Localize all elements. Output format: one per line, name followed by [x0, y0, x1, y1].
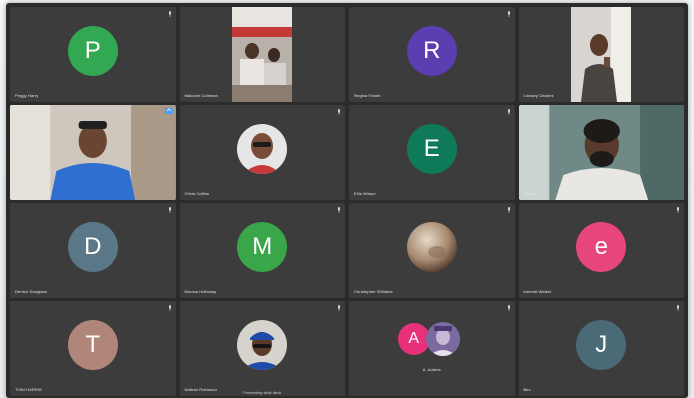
mic-icon: [338, 109, 340, 115]
participant-tile[interactable]: Christopher Williams: [349, 203, 515, 298]
screen-caption: Presenting slide deck: [243, 390, 282, 395]
mic-icon: [168, 305, 171, 311]
participant-name: Peggy Harry: [15, 93, 39, 98]
participant-name: Nathan Robinson: [184, 387, 217, 392]
participant-tile[interactable]: J Bev: [518, 301, 684, 396]
avatar: e: [576, 221, 627, 272]
participant-tile[interactable]: Nathan Robinson Presenting slide deck: [179, 301, 345, 396]
participant-tile[interactable]: R Regina Foster: [349, 7, 515, 102]
profile-photo: [425, 322, 460, 356]
group-avatars: A: [397, 322, 466, 356]
avatar: E: [406, 123, 457, 174]
participant-video: [518, 105, 684, 200]
participant-name: Marcus: [523, 191, 538, 196]
participant-name: A. Adams: [422, 367, 441, 372]
mic-icon: [507, 207, 510, 213]
video-call-window: P Peggy Harry Malcolm Coleman R Regina F…: [6, 3, 688, 398]
participant-video: [570, 7, 631, 102]
participant-name: TONI HARRIS: [15, 387, 42, 392]
participant-name: Christopher Williams: [354, 289, 393, 294]
participant-name: Monica Holloway: [184, 289, 217, 294]
mic-icon: [168, 207, 171, 213]
participant-tile[interactable]: Lindsey Charles: [518, 7, 684, 102]
mic-icon: [507, 109, 510, 115]
participant-tile[interactable]: P Peggy Harry: [10, 7, 176, 102]
avatar: P: [67, 25, 118, 76]
mic-icon: [677, 305, 679, 311]
mic-icon: [507, 305, 510, 311]
avatar: M: [237, 221, 288, 272]
participant-name: emmett Walker: [523, 289, 552, 294]
participant-video: [10, 105, 176, 200]
participant-tile[interactable]: Marcus: [518, 105, 684, 200]
participant-tile[interactable]: Olivia Collins: [179, 105, 345, 200]
participant-name: Regina Foster: [354, 93, 381, 98]
participant-name: Lindsey Charles: [523, 93, 554, 98]
profile-photo: [406, 221, 457, 272]
pin-icon[interactable]: [164, 108, 173, 114]
participant-tile[interactable]: e emmett Walker: [518, 203, 684, 298]
avatar: J: [576, 319, 627, 370]
mic-icon: [338, 207, 340, 213]
mic-icon: [338, 305, 340, 311]
participant-tile[interactable]: M Monica Holloway: [179, 203, 345, 298]
photo-backdrop: P Peggy Harry Malcolm Coleman R Regina F…: [0, 0, 694, 398]
participant-name: Olivia Collins: [184, 191, 210, 196]
avatar: D: [67, 221, 118, 272]
participant-name: Kevin Brooks: [15, 191, 40, 196]
profile-photo: [237, 319, 288, 370]
avatar: R: [406, 25, 457, 76]
avatar: T: [67, 319, 118, 370]
mic-icon: [677, 207, 679, 213]
participant-tile[interactable]: D Derrick Douglass: [10, 203, 176, 298]
participant-grid: P Peggy Harry Malcolm Coleman R Regina F…: [10, 7, 684, 398]
participant-name: Bev: [523, 387, 531, 392]
mic-icon: [168, 11, 171, 17]
profile-photo: [237, 123, 288, 174]
participant-name: Ellis Wilson: [354, 191, 376, 196]
participant-tile[interactable]: A A. Adams: [349, 301, 515, 396]
participant-tile[interactable]: E Ellis Wilson: [349, 105, 515, 200]
participant-tile-active[interactable]: Kevin Brooks: [10, 105, 176, 200]
participant-name: Derrick Douglass: [15, 289, 48, 294]
mic-icon: [507, 11, 510, 17]
participant-video: [231, 7, 292, 102]
participant-name: Malcolm Coleman: [184, 93, 219, 98]
participant-tile[interactable]: T TONI HARRIS: [10, 301, 176, 396]
participant-tile[interactable]: Malcolm Coleman: [179, 7, 345, 102]
